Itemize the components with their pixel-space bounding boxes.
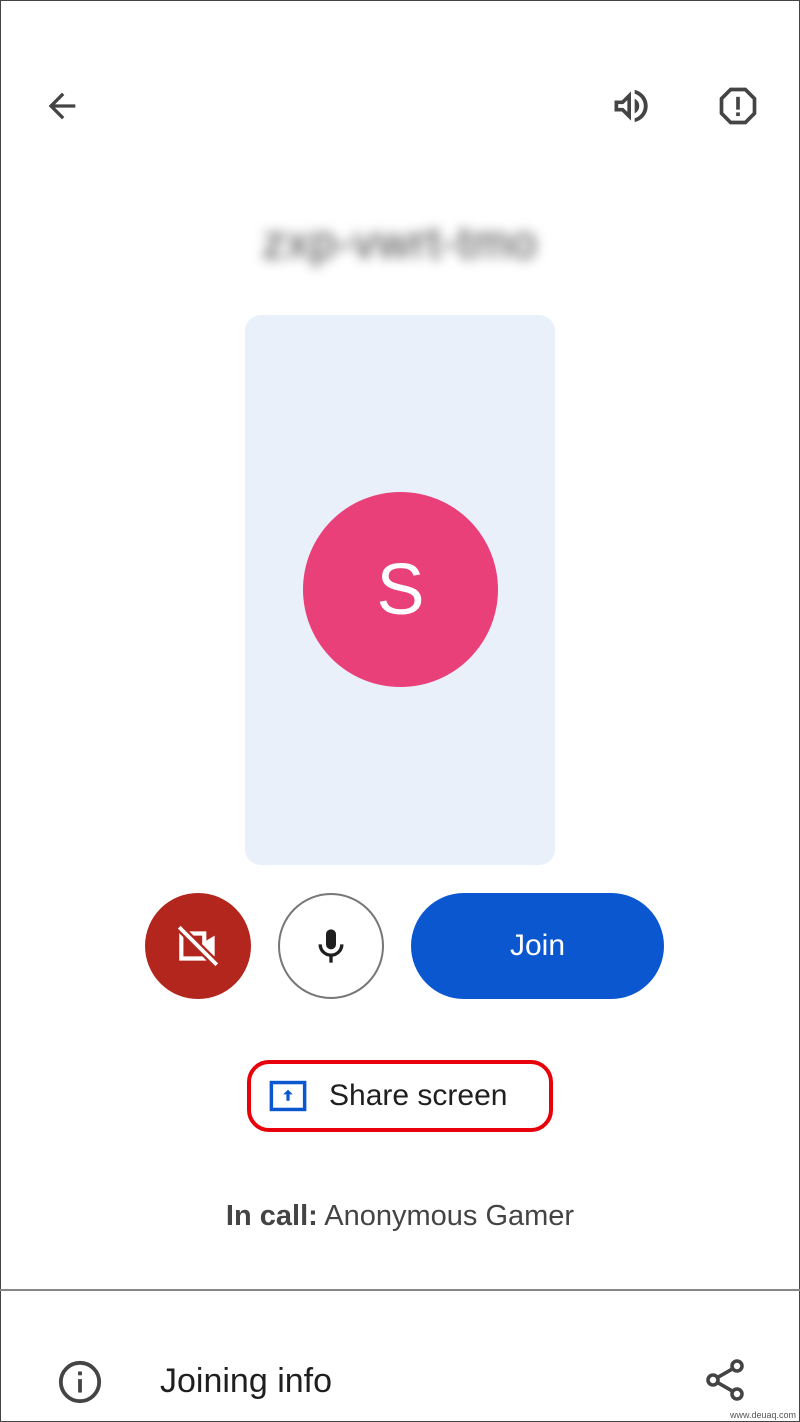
audio-output-button[interactable] (603, 78, 659, 134)
info-icon (58, 1360, 102, 1404)
joining-info-button[interactable] (52, 1354, 108, 1410)
in-call-names: Anonymous Gamer (324, 1200, 575, 1232)
back-button[interactable] (34, 78, 90, 134)
report-button[interactable] (710, 78, 766, 134)
report-octagon-icon (719, 87, 757, 125)
watermark: www.deuaq.com (729, 1410, 796, 1420)
speaker-icon (614, 89, 648, 123)
camera-toggle-button[interactable] (145, 893, 251, 999)
in-call-prefix: In call: (225, 1200, 318, 1232)
screen-share-icon (269, 1080, 307, 1112)
share-joining-info-button[interactable] (697, 1352, 753, 1408)
microphone-toggle-button[interactable] (278, 893, 384, 999)
in-call-status: In call: Anonymous Gamer (0, 1200, 800, 1233)
join-button[interactable]: Join (411, 893, 664, 999)
share-icon (706, 1359, 744, 1401)
avatar-initial: S (376, 549, 425, 630)
share-screen-label: Share screen (329, 1079, 508, 1112)
share-screen-button[interactable]: Share screen (247, 1060, 553, 1132)
joining-info-label: Joining info (160, 1362, 333, 1400)
meeting-code: zxp-vwrt-tmo (262, 216, 538, 268)
avatar: S (303, 492, 498, 687)
mic-icon (318, 929, 344, 963)
arrow-back-icon (48, 92, 76, 120)
divider (0, 1289, 800, 1291)
videocam-off-icon (176, 924, 220, 968)
